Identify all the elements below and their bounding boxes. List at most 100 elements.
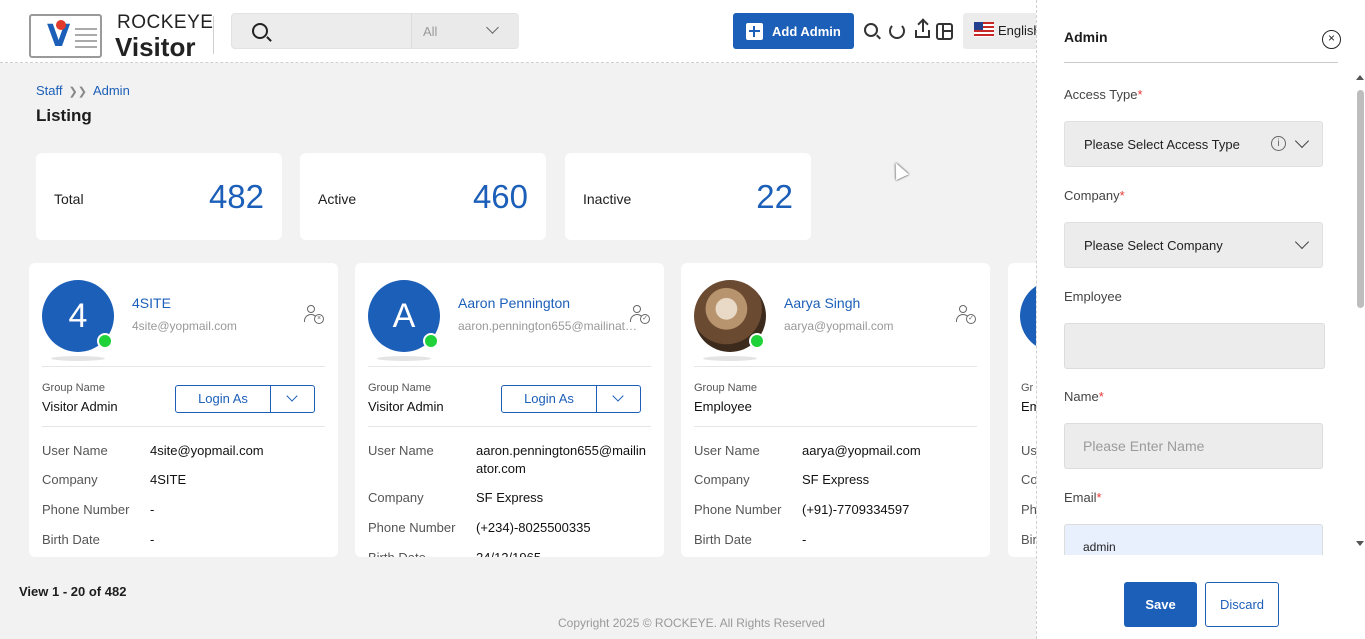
- chevron-down-icon: [1294, 234, 1310, 250]
- login-as-button[interactable]: Login As: [175, 385, 315, 413]
- company-select[interactable]: Please Select Company: [1064, 222, 1323, 268]
- plus-square-icon: [746, 23, 763, 40]
- breadcrumb-staff[interactable]: Staff: [36, 83, 63, 98]
- admin-form-drawer: Admin × Access Type* Please Select Acces…: [1036, 0, 1365, 639]
- phone-label: Phone Number: [42, 502, 130, 517]
- column-layout-icon[interactable]: [936, 23, 953, 40]
- group-name-label: Gr: [1021, 382, 1034, 394]
- search-input[interactable]: [280, 20, 408, 44]
- email-label: Email*: [1064, 490, 1102, 505]
- admin-card: 4 4SITE 4site@yopmail.com × Group Name V…: [29, 263, 338, 557]
- divider: [42, 426, 325, 427]
- logo-brand-text: ROCKEYE: [117, 12, 214, 33]
- mouse-cursor-icon: [889, 159, 909, 181]
- admin-email: aarya@yopmail.com: [784, 319, 894, 333]
- close-icon[interactable]: ×: [1322, 30, 1341, 49]
- language-label: English: [998, 23, 1041, 38]
- company-value: SF Express: [476, 490, 544, 505]
- admin-name-link[interactable]: Aaron Pennington: [458, 295, 570, 311]
- admin-card: Aarya Singh aarya@yopmail.com ✓ Group Na…: [681, 263, 990, 557]
- user-name-value: aarya@yopmail.com: [802, 443, 921, 458]
- phone-label: Phone Number: [694, 502, 782, 517]
- user-activate-icon[interactable]: ✓: [956, 305, 976, 325]
- birth-date-label: Birth Date: [368, 550, 426, 557]
- divider: [42, 366, 325, 367]
- pagination-summary: View 1 - 20 of 482: [19, 584, 127, 599]
- refresh-icon[interactable]: [889, 23, 905, 39]
- company-label: Company: [368, 490, 424, 505]
- online-status-dot: [97, 333, 113, 349]
- user-name-label: User Name: [368, 443, 434, 458]
- group-name-label: Group Name: [694, 382, 757, 394]
- birth-date-label: Birth Date: [42, 532, 100, 547]
- group-name-value: Visitor Admin: [42, 399, 118, 414]
- phone-value: (+234)-8025500335: [476, 520, 591, 535]
- admin-card: A Aaron Pennington aaron.pennington655@m…: [355, 263, 664, 557]
- employee-field[interactable]: [1064, 323, 1325, 369]
- info-icon[interactable]: i: [1271, 136, 1286, 151]
- login-as-label: Login As: [176, 386, 271, 412]
- birth-date-label: Bir: [1021, 532, 1037, 547]
- divider: [694, 366, 977, 367]
- admin-name-link[interactable]: Aarya Singh: [784, 295, 860, 311]
- online-status-dot: [423, 333, 439, 349]
- global-search: All: [231, 13, 519, 49]
- avatar-shadow: [377, 356, 431, 361]
- logo-product-text: Visitor: [115, 32, 196, 62]
- us-flag-icon: [974, 22, 994, 37]
- stat-total[interactable]: Total 482: [36, 153, 282, 240]
- upload-icon[interactable]: [915, 20, 930, 38]
- chevron-down-icon[interactable]: [612, 390, 624, 402]
- stat-label: Active: [318, 191, 357, 207]
- search-filter-value: All: [423, 24, 438, 39]
- save-button[interactable]: Save: [1124, 582, 1197, 627]
- user-deactivate-icon[interactable]: ×: [304, 305, 324, 325]
- scroll-thumb[interactable]: [1357, 90, 1364, 308]
- stat-value: 22: [756, 178, 793, 215]
- discard-button[interactable]: Discard: [1205, 582, 1279, 627]
- rockeye-visitor-logo[interactable]: V ROCKEYE Visitor: [29, 12, 214, 62]
- admin-name-link[interactable]: 4SITE: [132, 295, 171, 311]
- user-name-label: User Name: [42, 443, 108, 458]
- drawer-title: Admin: [1064, 29, 1108, 45]
- birth-date-value: 24/12/1965: [476, 549, 652, 557]
- user-activate-icon[interactable]: ✓: [630, 305, 650, 325]
- search-filter-select[interactable]: All: [411, 14, 519, 48]
- avatar-shadow: [703, 356, 757, 361]
- birth-date-value: -: [150, 532, 155, 547]
- admin-email: 4site@yopmail.com: [132, 319, 237, 333]
- divider: [368, 426, 651, 427]
- access-type-value: Please Select Access Type: [1084, 137, 1240, 152]
- phone-value: -: [150, 502, 155, 517]
- stat-value: 460: [472, 178, 528, 215]
- name-field[interactable]: [1064, 423, 1323, 469]
- company-label: Company*: [1064, 188, 1125, 203]
- access-type-label: Access Type*: [1064, 87, 1143, 102]
- drawer-scrollbar[interactable]: [1355, 75, 1364, 550]
- name-label: Name*: [1064, 389, 1104, 404]
- admin-email: aaron.pennington655@mailinato...: [458, 319, 641, 333]
- user-name-value: 4site@yopmail.com: [150, 443, 264, 458]
- search-icon[interactable]: [864, 23, 878, 37]
- access-type-select[interactable]: Please Select Access Type i: [1064, 121, 1323, 167]
- breadcrumb: Staff ❯❯ Admin: [36, 83, 130, 98]
- scroll-up-arrow-icon[interactable]: [1356, 75, 1364, 80]
- breadcrumb-separator-icon: ❯❯: [68, 86, 87, 98]
- company-label: Company: [694, 472, 750, 487]
- company-value: Please Select Company: [1084, 238, 1223, 253]
- scroll-down-arrow-icon[interactable]: [1356, 541, 1364, 546]
- stat-label: Inactive: [583, 191, 632, 207]
- chevron-down-icon[interactable]: [286, 390, 298, 402]
- birth-date-value: -: [802, 532, 807, 547]
- login-as-button[interactable]: Login As: [501, 385, 641, 413]
- breadcrumb-admin[interactable]: Admin: [93, 83, 130, 98]
- employee-label: Employee: [1064, 289, 1122, 304]
- phone-label: Ph: [1021, 502, 1037, 517]
- chevron-down-icon: [1294, 133, 1310, 149]
- stat-inactive[interactable]: Inactive 22: [565, 153, 811, 240]
- copyright-text: Copyright 2025 © ROCKEYE. All Rights Res…: [558, 616, 825, 630]
- group-name-value: Visitor Admin: [368, 399, 444, 414]
- stat-active[interactable]: Active 460: [300, 153, 546, 240]
- language-selector[interactable]: English: [963, 13, 1043, 49]
- add-admin-button[interactable]: Add Admin: [733, 13, 854, 49]
